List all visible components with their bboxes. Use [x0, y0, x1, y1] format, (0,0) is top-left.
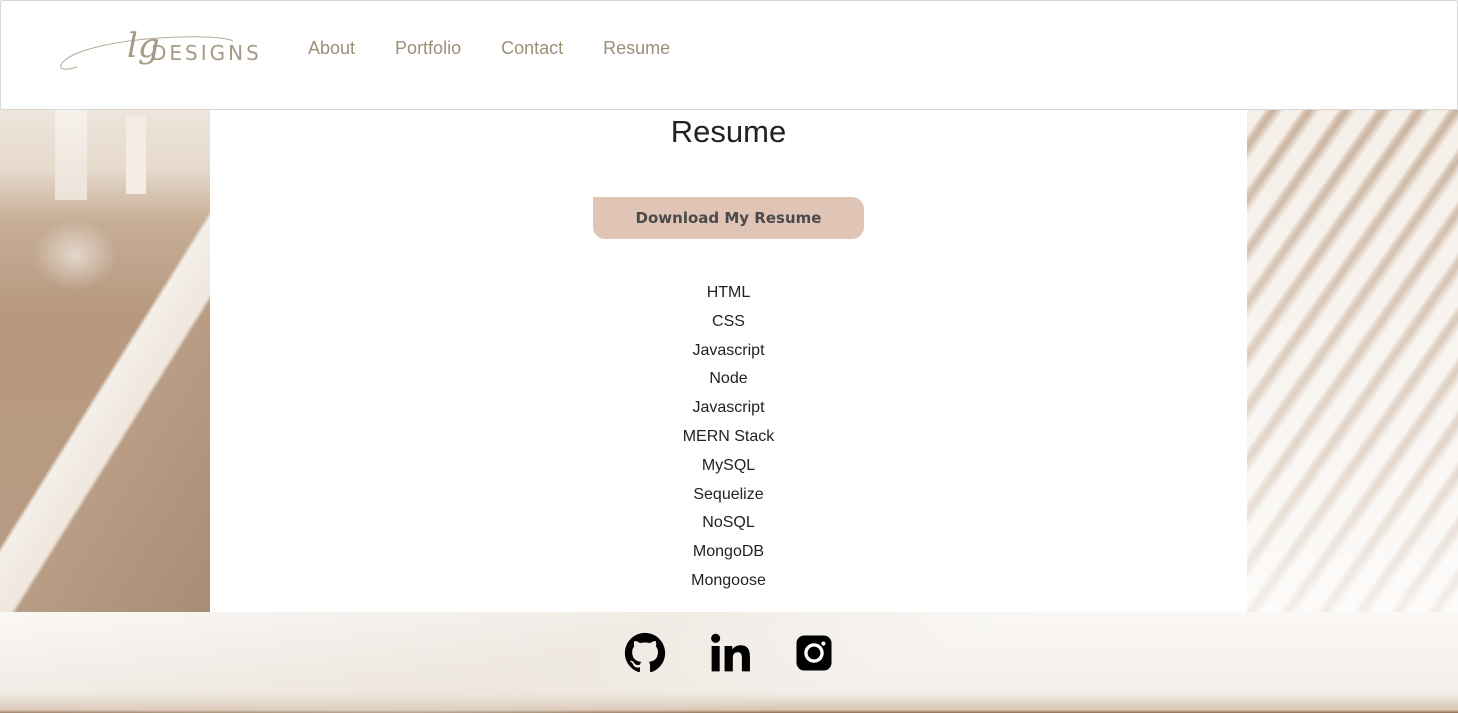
skill-item: Node: [709, 370, 748, 388]
nav-contact[interactable]: Contact: [501, 38, 563, 59]
skill-item: CSS: [712, 312, 745, 330]
skill-item: NoSQL: [702, 514, 755, 532]
main-nav: About Portfolio Contact Resume: [308, 38, 670, 59]
skill-item: HTML: [706, 284, 751, 301]
nav-portfolio[interactable]: Portfolio: [395, 38, 461, 59]
site-footer: [0, 612, 1458, 713]
github-link[interactable]: [624, 632, 666, 674]
skills-list: HTML CSS Javascript Node Javascript MERN…: [210, 282, 1247, 599]
linkedin-link[interactable]: [709, 632, 751, 674]
brand-name: DESIGNS: [151, 41, 262, 65]
background-photo-left: [0, 110, 210, 612]
skill-item: MERN Stack: [682, 427, 775, 445]
skill-item: Mongoose: [691, 571, 766, 589]
skill-item: MongoDB: [692, 543, 765, 561]
skill-item: Javascript: [692, 341, 765, 359]
instagram-icon: [796, 635, 831, 671]
site-header: lg DESIGNS About Portfolio Contact Resum…: [0, 0, 1458, 110]
brand-logo[interactable]: lg DESIGNS: [57, 25, 263, 73]
nav-about[interactable]: About: [308, 38, 355, 59]
social-links: [0, 632, 1458, 674]
skill-item: Javascript: [692, 399, 765, 417]
page-title: Resume: [670, 114, 787, 149]
skill-item: Sequelize: [693, 485, 764, 503]
download-resume-button[interactable]: Download My Resume: [593, 197, 864, 239]
background-photo-right: [1247, 110, 1458, 612]
linkedin-icon: [710, 633, 750, 672]
instagram-link[interactable]: [793, 632, 835, 674]
skill-item: MySQL: [701, 456, 756, 474]
resume-page: lg DESIGNS About Portfolio Contact Resum…: [0, 0, 1458, 713]
github-icon: [624, 632, 665, 673]
nav-resume[interactable]: Resume: [603, 38, 670, 59]
resume-section: Resume Download My Resume HTML CSS Javas…: [210, 110, 1247, 612]
